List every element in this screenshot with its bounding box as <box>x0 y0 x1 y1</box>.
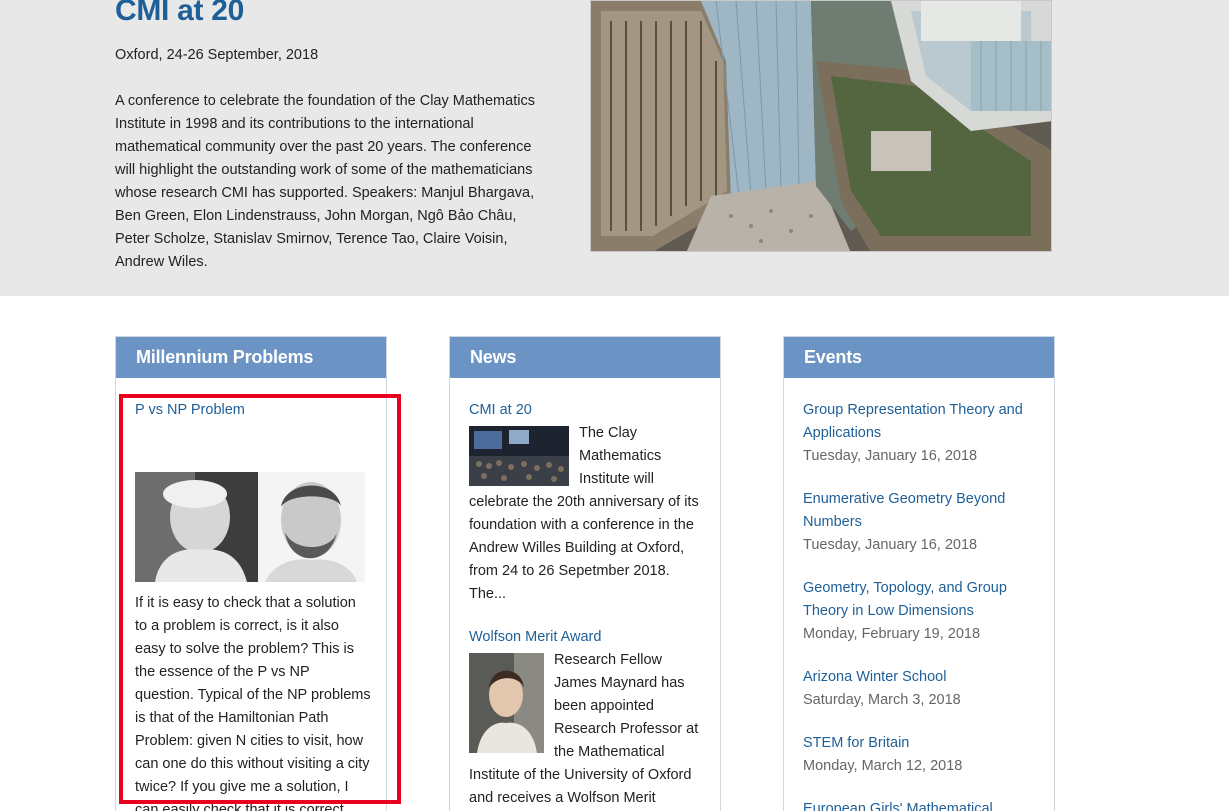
events-header[interactable]: Events <box>784 337 1054 378</box>
hero-section: CMI at 20 Oxford, 24-26 September, 2018 … <box>0 0 1229 296</box>
event-date: Monday, February 19, 2018 <box>803 626 981 642</box>
event-item: STEM for Britain Monday, March 12, 2018 <box>803 732 1038 778</box>
event-item: Geometry, Topology, and Group Theory in … <box>803 577 1038 646</box>
event-title-link[interactable]: STEM for Britain <box>803 732 1038 755</box>
event-item: European Girls' Mathematical <box>803 798 1038 811</box>
hero-date: Oxford, 24-26 September, 2018 <box>115 47 319 63</box>
events-panel: Events Group Representation Theory and A… <box>783 336 1055 811</box>
news-header[interactable]: News <box>450 337 720 378</box>
p-vs-np-description: If it is easy to check that a solution t… <box>135 595 371 811</box>
event-date: Monday, March 12, 2018 <box>803 758 963 774</box>
event-title-link[interactable]: Geometry, Topology, and Group Theory in … <box>803 577 1038 623</box>
news-item: Wolfson Merit Award Research Fellow Jame… <box>469 626 705 810</box>
event-title-link[interactable]: Group Representation Theory and Applicat… <box>803 399 1038 445</box>
news-panel: News CMI at 20 The Clay Mathematics Inst… <box>449 336 721 811</box>
event-date: Tuesday, January 16, 2018 <box>803 448 978 464</box>
event-item: Enumerative Geometry Beyond Numbers Tues… <box>803 488 1038 557</box>
event-item: Group Representation Theory and Applicat… <box>803 399 1038 468</box>
hero-title[interactable]: CMI at 20 <box>115 0 244 28</box>
event-title-link[interactable]: Arizona Winter School <box>803 666 1038 689</box>
news-item-title-link[interactable]: Wolfson Merit Award <box>469 626 705 649</box>
event-title-link[interactable]: Enumerative Geometry Beyond Numbers <box>803 488 1038 534</box>
event-item: Arizona Winter School Saturday, March 3,… <box>803 666 1038 712</box>
p-vs-np-link[interactable]: P vs NP Problem <box>135 399 245 422</box>
event-date: Tuesday, January 16, 2018 <box>803 537 978 553</box>
news-item: CMI at 20 The Clay Mathematics Institute… <box>469 399 705 606</box>
event-title-link[interactable]: European Girls' Mathematical <box>803 798 1038 811</box>
millennium-problems-header[interactable]: Millennium Problems <box>116 337 386 378</box>
event-date: Saturday, March 3, 2018 <box>803 692 961 708</box>
news-item-title-link[interactable]: CMI at 20 <box>469 399 705 422</box>
lecture-hall-thumbnail[interactable] <box>469 426 569 486</box>
james-maynard-thumbnail[interactable] <box>469 653 544 753</box>
mathematicians-photo[interactable] <box>135 472 365 582</box>
hero-description: A conference to celebrate the foundation… <box>115 93 535 270</box>
building-aerial-photo[interactable] <box>590 0 1052 252</box>
millennium-problems-panel: Millennium Problems P vs NP Problem If i… <box>115 336 387 811</box>
